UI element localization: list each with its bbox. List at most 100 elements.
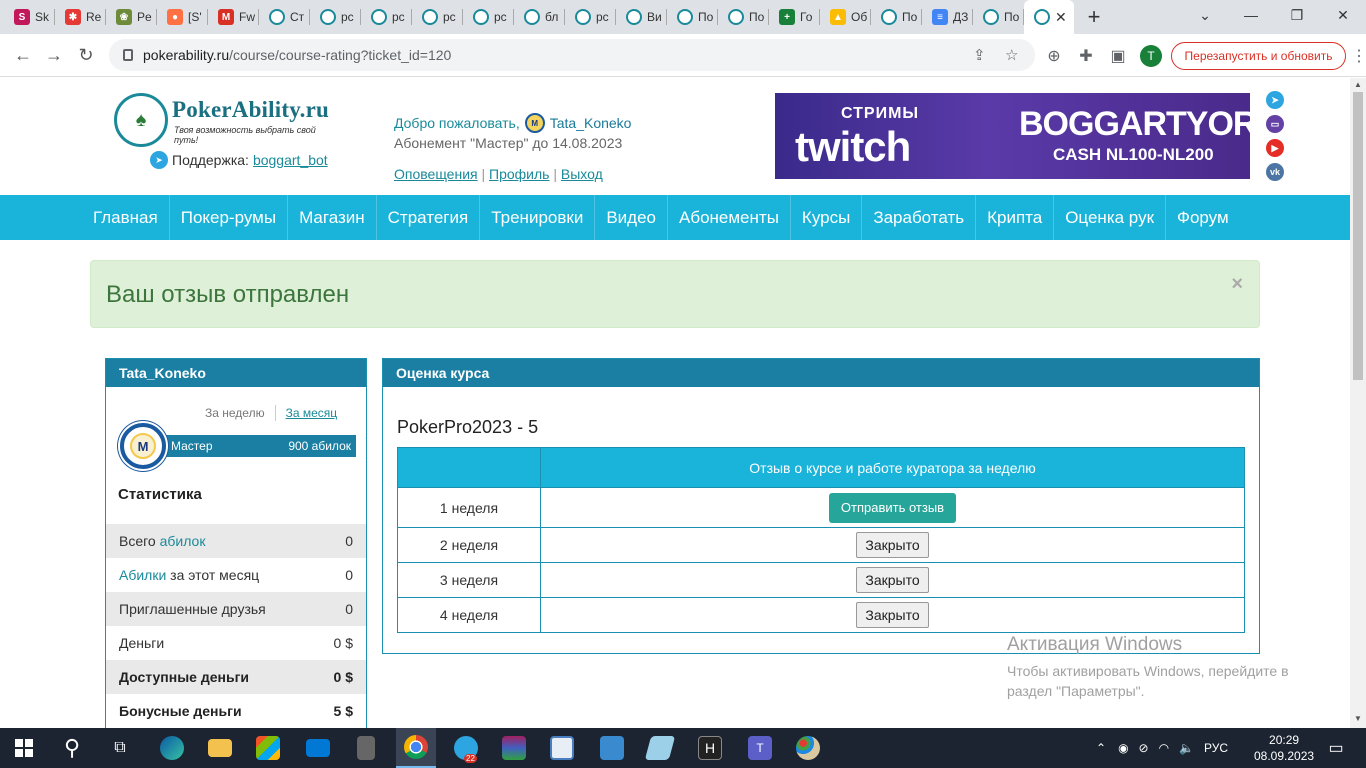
page-scrollbar[interactable]: ▲ ▼ bbox=[1350, 78, 1366, 728]
tab-active[interactable]: По✕ bbox=[1024, 0, 1074, 34]
telegram-icon[interactable]: ➤ bbox=[1266, 91, 1284, 109]
browser-tab[interactable]: Ст bbox=[259, 0, 310, 34]
minimize-button[interactable]: — bbox=[1228, 0, 1274, 30]
language-indicator[interactable]: РУС bbox=[1204, 741, 1228, 755]
side-panel-icon[interactable]: ▣ bbox=[1106, 44, 1130, 68]
reload-button[interactable]: ↻ bbox=[73, 42, 99, 68]
vk-icon[interactable]: vk bbox=[1266, 163, 1284, 181]
chrome-icon[interactable] bbox=[396, 728, 436, 768]
browser-tab[interactable]: рс bbox=[463, 0, 514, 34]
browser-tab[interactable]: По bbox=[667, 0, 718, 34]
mail-icon[interactable] bbox=[302, 732, 334, 764]
browser-tab[interactable]: По bbox=[973, 0, 1024, 34]
browser-tab[interactable]: рс bbox=[310, 0, 361, 34]
translate-icon[interactable]: ⊕ bbox=[1042, 44, 1066, 68]
menu-icon[interactable]: ⋮ bbox=[1347, 44, 1366, 68]
send-review-button[interactable]: Отправить отзыв bbox=[828, 492, 957, 523]
nav-item[interactable]: Стратегия bbox=[377, 195, 481, 240]
notes-icon[interactable] bbox=[644, 732, 676, 764]
browser-tab[interactable]: M Fw bbox=[208, 0, 259, 34]
windows-start-icon[interactable] bbox=[8, 732, 40, 764]
task-view-icon[interactable]: ⧉ bbox=[104, 732, 136, 764]
browser-tab[interactable]: ≡ ДЗ bbox=[922, 0, 973, 34]
browser-tab[interactable]: рс bbox=[361, 0, 412, 34]
nav-item[interactable]: Крипта bbox=[976, 195, 1055, 240]
abilki-link[interactable]: Абилки bbox=[119, 567, 166, 583]
nav-item[interactable]: Оценка рук bbox=[1054, 195, 1167, 240]
nav-item[interactable]: Тренировки bbox=[480, 195, 596, 240]
browser-tab[interactable]: Ви bbox=[616, 0, 667, 34]
browser-tab[interactable]: ✱ Re bbox=[55, 0, 106, 34]
forward-button[interactable]: → bbox=[41, 42, 67, 68]
paint-palette-icon[interactable] bbox=[792, 732, 824, 764]
site-logo[interactable]: ♠ PokerAbility.ru Твоя возможность выбра… bbox=[112, 91, 334, 149]
browser-tab[interactable]: По bbox=[871, 0, 922, 34]
nav-item[interactable]: Видео bbox=[595, 195, 668, 240]
edge-icon[interactable] bbox=[156, 732, 188, 764]
nav-item[interactable]: Магазин bbox=[288, 195, 377, 240]
notifications-icon[interactable]: ▭ bbox=[1320, 732, 1352, 764]
close-window-button[interactable]: ✕ bbox=[1320, 0, 1366, 30]
twitch-stream-banner[interactable]: СТРИМЫ twitch BOGGARTYORK CASH NL100-NL2… bbox=[775, 93, 1250, 179]
nav-item[interactable]: Покер-румы bbox=[170, 195, 289, 240]
abilki-link[interactable]: абилок bbox=[160, 533, 206, 549]
search-icon[interactable]: ⚲ bbox=[56, 732, 88, 764]
close-tab-icon[interactable]: ✕ bbox=[1055, 9, 1067, 26]
store-icon[interactable] bbox=[252, 732, 284, 764]
browser-tab[interactable]: S Sk bbox=[4, 0, 55, 34]
tab-label: Fw bbox=[239, 10, 255, 24]
share-icon[interactable]: ⇪ bbox=[973, 46, 986, 64]
period-week-tab[interactable]: За неделю bbox=[205, 406, 265, 421]
browser-tab[interactable]: рс bbox=[565, 0, 616, 34]
clock[interactable]: 20:29 08.09.2023 bbox=[1254, 732, 1314, 764]
volume-icon[interactable]: 🔈 bbox=[1179, 741, 1194, 755]
browser-tab[interactable]: рс bbox=[412, 0, 463, 34]
extensions-icon[interactable]: ✚ bbox=[1074, 44, 1098, 68]
profile-avatar[interactable]: T bbox=[1140, 45, 1162, 67]
nav-item[interactable]: Главная bbox=[82, 195, 170, 240]
logout-link[interactable]: Выход bbox=[561, 166, 603, 182]
closed-button[interactable]: Закрыто bbox=[856, 602, 929, 628]
profile-link[interactable]: Профиль bbox=[489, 166, 549, 182]
app-h-icon[interactable]: H bbox=[694, 732, 726, 764]
teams-icon[interactable]: T bbox=[744, 732, 776, 764]
maximize-button[interactable]: ❐ bbox=[1274, 0, 1320, 30]
youtube-icon[interactable]: ▶ bbox=[1266, 139, 1284, 157]
nav-item[interactable]: Абонементы bbox=[668, 195, 791, 240]
period-month-tab[interactable]: За месяц bbox=[286, 406, 338, 421]
browser-tab[interactable]: ● [S' bbox=[157, 0, 208, 34]
network-off-icon[interactable]: ⊘ bbox=[1139, 741, 1149, 755]
browser-tab[interactable]: бл bbox=[514, 0, 565, 34]
alert-close-icon[interactable]: × bbox=[1231, 273, 1243, 296]
browser-tab[interactable]: По bbox=[718, 0, 769, 34]
show-hidden-icons[interactable]: ⌃ bbox=[1096, 741, 1106, 755]
bookmark-star-icon[interactable]: ☆ bbox=[1005, 46, 1018, 64]
browser-tab[interactable]: ❀ Pe bbox=[106, 0, 157, 34]
twitch-icon[interactable]: ▭ bbox=[1266, 115, 1284, 133]
closed-button[interactable]: Закрыто bbox=[856, 567, 929, 593]
scrollbar-thumb[interactable] bbox=[1353, 92, 1363, 380]
closed-button[interactable]: Закрыто bbox=[856, 532, 929, 558]
meet-now-icon[interactable]: ◉ bbox=[1118, 741, 1128, 755]
username-link[interactable]: Tata_Koneko bbox=[550, 115, 632, 131]
support-link[interactable]: boggart_bot bbox=[253, 152, 328, 168]
tab-search-icon[interactable]: ⌄ bbox=[1182, 0, 1228, 30]
back-button[interactable]: ← bbox=[10, 42, 36, 68]
control-panel-icon[interactable] bbox=[596, 732, 628, 764]
calculator-icon[interactable] bbox=[350, 732, 382, 764]
wifi-icon[interactable]: ◠ bbox=[1159, 741, 1169, 755]
paint-icon[interactable] bbox=[546, 732, 578, 764]
relaunch-button[interactable]: Перезапустить и обновить bbox=[1171, 42, 1346, 70]
tab-label: рс bbox=[443, 10, 456, 24]
telegram-taskbar-icon[interactable]: 22 bbox=[450, 732, 482, 764]
file-explorer-icon[interactable] bbox=[204, 732, 236, 764]
address-bar[interactable]: pokerability.ru/course/course-rating?tic… bbox=[109, 39, 1035, 71]
winrar-icon[interactable] bbox=[498, 732, 530, 764]
new-tab-button[interactable]: + bbox=[1074, 4, 1114, 30]
nav-item[interactable]: Заработать bbox=[862, 195, 977, 240]
browser-tab[interactable]: + Го bbox=[769, 0, 820, 34]
nav-item[interactable]: Курсы bbox=[791, 195, 863, 240]
browser-tab[interactable]: ▲ Об bbox=[820, 0, 871, 34]
notifications-link[interactable]: Оповещения bbox=[394, 166, 478, 182]
nav-item[interactable]: Форум bbox=[1166, 195, 1240, 240]
